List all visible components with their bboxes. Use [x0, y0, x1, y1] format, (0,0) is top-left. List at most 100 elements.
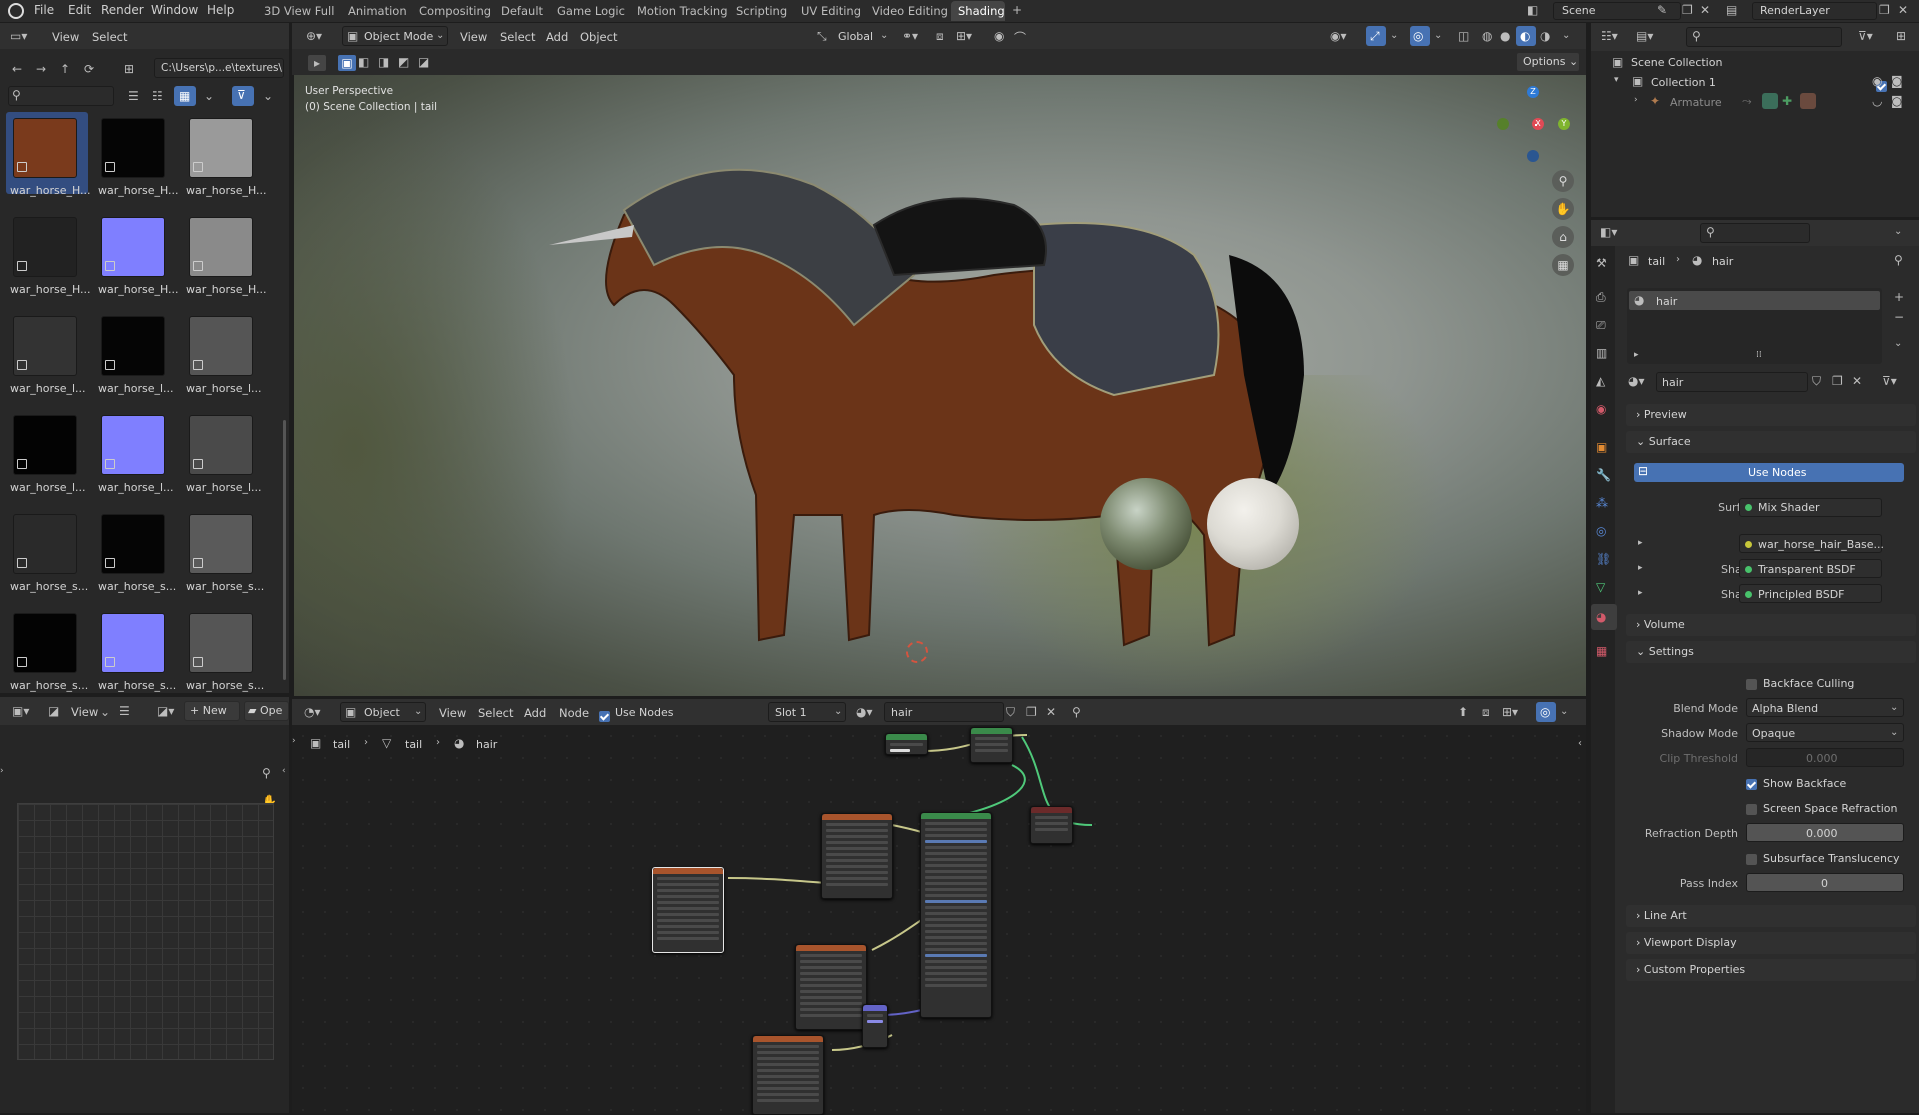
- back-arrow-icon[interactable]: ←: [12, 62, 22, 76]
- viewport-view-menu[interactable]: View: [460, 30, 487, 44]
- node-select-menu[interactable]: Select: [478, 706, 513, 720]
- tab-default[interactable]: Default: [501, 4, 543, 18]
- unlink-material-icon[interactable]: ✕: [1046, 705, 1056, 719]
- backface-culling-option[interactable]: Backface Culling: [1746, 677, 1854, 690]
- node-socket-row[interactable]: [925, 828, 987, 831]
- new-collection-icon[interactable]: ⊞: [1896, 29, 1906, 43]
- node-socket-row[interactable]: [925, 888, 987, 891]
- node-socket-row[interactable]: [925, 978, 987, 981]
- material-browse-icon[interactable]: ◕▾: [856, 705, 873, 719]
- node-image-texture-hair[interactable]: [652, 867, 724, 953]
- node-image-texture-normal[interactable]: [752, 1035, 824, 1115]
- list-view-icon[interactable]: ☰: [128, 89, 139, 103]
- viewport-canvas[interactable]: [294, 75, 1586, 696]
- node-socket-row[interactable]: [657, 883, 719, 886]
- visibility-icon[interactable]: ◉▾: [1330, 29, 1347, 43]
- node-socket-row[interactable]: [800, 1014, 862, 1017]
- display-dropdown-icon[interactable]: ⌄: [204, 89, 214, 103]
- material-fake-user-icon[interactable]: ⛉: [1812, 374, 1821, 389]
- node-principled-bsdf[interactable]: [920, 812, 992, 1018]
- select-box-subtract-icon[interactable]: ◨: [378, 55, 389, 69]
- snap-icon[interactable]: ⧈: [936, 29, 944, 44]
- proportional-edit-icon[interactable]: ◉: [994, 29, 1004, 43]
- parent-dir-icon[interactable]: ↑: [60, 62, 70, 76]
- node-add-menu[interactable]: Add: [524, 706, 546, 720]
- new-folder-icon[interactable]: ⊞: [124, 62, 134, 76]
- horse-model[interactable]: [294, 75, 1586, 696]
- pin-icon[interactable]: ✎: [1657, 3, 1667, 17]
- node-socket-row[interactable]: [826, 853, 888, 856]
- node-mix-shader[interactable]: [970, 727, 1013, 763]
- texture-tab-icon[interactable]: ▦: [1596, 644, 1607, 658]
- subsurface-translucency-checkbox[interactable]: [1746, 853, 1757, 865]
- zoom-icon[interactable]: ⚲: [262, 766, 271, 780]
- properties-search-input[interactable]: [1700, 223, 1810, 243]
- node-socket-row[interactable]: [657, 901, 719, 904]
- node-node-menu[interactable]: Node: [559, 706, 589, 720]
- material-link-icon[interactable]: ⊽▾: [1882, 374, 1897, 388]
- collapse-arrow-icon[interactable]: ›: [0, 766, 4, 776]
- pin-node-tree-icon[interactable]: ⚲: [1072, 705, 1081, 719]
- node-socket-row[interactable]: [925, 870, 987, 873]
- node-socket-row[interactable]: [757, 1093, 819, 1096]
- image-browse-icon[interactable]: ◪▾: [157, 704, 174, 718]
- node-socket-row[interactable]: [925, 882, 987, 885]
- image-view-menu[interactable]: View: [71, 705, 98, 719]
- node-socket-row[interactable]: [826, 865, 888, 868]
- crumb-object[interactable]: tail: [1648, 255, 1665, 268]
- armature-visibility-icon[interactable]: ◡: [1872, 94, 1882, 108]
- forward-arrow-icon[interactable]: →: [36, 62, 46, 76]
- xray-icon[interactable]: ◫: [1458, 29, 1469, 43]
- rendered-shading-icon[interactable]: ◑: [1540, 29, 1550, 43]
- node-socket-row[interactable]: [800, 978, 862, 981]
- node-socket-row[interactable]: [800, 972, 862, 975]
- duplicate-material-icon[interactable]: ❐: [1026, 705, 1037, 719]
- orientation-label[interactable]: Global: [838, 30, 873, 43]
- gizmo-axis-z[interactable]: Z: [1527, 86, 1539, 98]
- slot-menu-icon[interactable]: ⌄: [1894, 338, 1902, 349]
- constraints-tab-icon[interactable]: ⛓: [1596, 552, 1611, 566]
- show-backface-checkbox[interactable]: [1746, 778, 1757, 790]
- physics-tab-icon[interactable]: ◎: [1596, 524, 1606, 538]
- close-layer-icon[interactable]: ✕: [1898, 3, 1908, 17]
- node-socket-row[interactable]: [925, 906, 987, 909]
- node-socket-row[interactable]: [800, 990, 862, 993]
- subsurface-translucency-option[interactable]: Subsurface Translucency: [1746, 852, 1900, 865]
- camera-view-icon[interactable]: ⌂: [1552, 226, 1574, 248]
- node-socket-row[interactable]: [925, 918, 987, 921]
- slot-remove-icon[interactable]: −: [1894, 310, 1904, 324]
- add-workspace-icon[interactable]: +: [1012, 3, 1022, 17]
- material-browse-icon-props[interactable]: ◕▾: [1628, 374, 1645, 388]
- tab-compositing[interactable]: Compositing: [419, 4, 491, 18]
- shader2-expand-icon[interactable]: ▸: [1638, 588, 1643, 598]
- node-socket-row[interactable]: [826, 835, 888, 838]
- node-socket-row[interactable]: [925, 948, 987, 951]
- node-socket-row[interactable]: [826, 883, 888, 886]
- tab-shading[interactable]: Shading: [958, 4, 1005, 18]
- node-socket-row[interactable]: [826, 877, 888, 880]
- viewport-select-menu[interactable]: Select: [500, 30, 535, 44]
- node-socket-row[interactable]: [800, 996, 862, 999]
- fb-select-menu[interactable]: Select: [92, 30, 127, 44]
- node-normal-map[interactable]: [862, 1004, 888, 1048]
- node-socket-row[interactable]: [925, 984, 987, 987]
- ortho-toggle-icon[interactable]: ▦: [1552, 254, 1574, 276]
- gizmo-axis-neg-z[interactable]: [1527, 150, 1539, 162]
- expand-arrow-icon[interactable]: ‹: [282, 766, 286, 776]
- tab-scripting[interactable]: Scripting: [736, 4, 787, 18]
- select-box-new-icon[interactable]: ▣: [338, 55, 356, 71]
- pan-view-icon[interactable]: ✋: [1552, 198, 1574, 220]
- node-socket-row[interactable]: [757, 1051, 819, 1054]
- node-socket-row[interactable]: [657, 895, 719, 898]
- fb-scrollbar[interactable]: [283, 420, 286, 680]
- object-tab-icon[interactable]: ▣: [1596, 440, 1607, 454]
- node-socket-row[interactable]: [925, 960, 987, 963]
- blender-logo-icon[interactable]: [8, 3, 24, 19]
- render-tab-icon[interactable]: ⎙: [1596, 290, 1606, 305]
- node-socket-row[interactable]: [757, 1069, 819, 1072]
- refresh-icon[interactable]: ⟳: [84, 62, 94, 76]
- crumb-material[interactable]: hair: [1712, 255, 1733, 268]
- node-socket-row[interactable]: [800, 966, 862, 969]
- viewport-object-menu[interactable]: Object: [580, 30, 617, 44]
- node-view-menu[interactable]: View: [439, 706, 466, 720]
